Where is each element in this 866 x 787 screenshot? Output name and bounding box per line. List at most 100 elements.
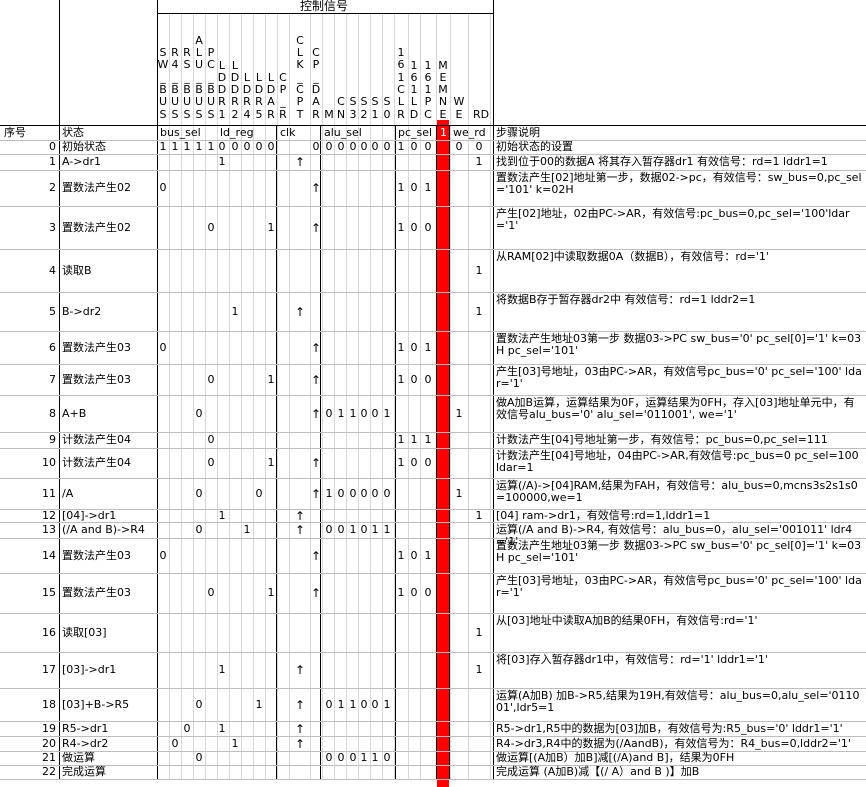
row-state: 做运算: [62, 751, 95, 764]
group-border: [493, 0, 494, 779]
signal-value: 1: [231, 304, 239, 318]
signal-value: 0: [325, 751, 333, 764]
signal-label: C P _ D A R: [311, 46, 321, 121]
row-seq: 22: [42, 765, 56, 778]
signal-value: 0: [255, 140, 263, 153]
signal-value: 1: [267, 372, 275, 386]
row-state: 置数法产生03: [62, 340, 131, 354]
signal-label: M E M N E: [438, 58, 448, 121]
signal-label: S 1: [371, 95, 379, 121]
group-border: [436, 125, 437, 779]
signal-value: ↑: [310, 340, 322, 355]
signal-value: 0: [195, 697, 203, 711]
signal-value: 0: [207, 433, 215, 446]
signal-value: 0: [337, 751, 345, 764]
row-desc: 计数法产生[04]号地址，04由PC->AR,有效信号:pc_bus=0 pc_…: [496, 449, 859, 474]
signal-value: 0: [159, 548, 167, 562]
highlight-column: [437, 120, 449, 787]
col-line: [370, 13, 371, 779]
group-label: alu_sel: [324, 126, 362, 139]
signal-value: ↑: [294, 721, 306, 736]
signal-label: 1 6 1 P C: [424, 58, 432, 121]
signal-label: L D R 4: [242, 70, 252, 121]
signal-value: 0: [183, 721, 191, 735]
signal-value: 1: [218, 508, 226, 522]
group-border: [59, 0, 60, 779]
signal-value: 1: [183, 140, 191, 153]
signal-value: ↑: [294, 697, 306, 712]
signal-value: 1: [475, 304, 483, 318]
signal-value: 0: [424, 372, 432, 386]
row-state: [03]+B->R5: [62, 697, 130, 711]
signal-value: ↑: [310, 372, 322, 387]
signal-label: M: [324, 107, 334, 121]
signal-value: 1: [255, 697, 263, 711]
signal-value: ↑: [294, 508, 306, 523]
signal-label: 1 6 1 C L R: [397, 46, 405, 121]
signal-value: 1: [455, 406, 463, 420]
signal-value: 0: [195, 523, 203, 536]
signal-value: 1: [325, 486, 333, 500]
signal-label: L D D R 2: [230, 58, 240, 121]
signal-value: 1: [243, 523, 251, 536]
signal-label: W E: [453, 95, 465, 121]
signal-value: 1: [475, 663, 483, 676]
signal-value: 1: [397, 456, 405, 469]
signal-value: 0: [159, 181, 167, 194]
signal-value: 1: [475, 508, 483, 522]
signal-value: 0: [207, 220, 215, 234]
signal-value: ↑: [294, 304, 306, 319]
signal-value: 0: [410, 372, 418, 386]
row-desc: 从[03]地址中读取A加B的结果0FH，有效信号:rd='1': [496, 614, 758, 627]
signal-value: 0: [207, 586, 215, 599]
col-line: [322, 13, 323, 779]
col-line: [490, 13, 491, 779]
signal-value: 0: [475, 140, 483, 153]
signal-value: 1: [424, 181, 432, 194]
signal-value: 0: [159, 340, 167, 354]
signal-value: 1: [267, 220, 275, 234]
row-seq: 20: [42, 736, 56, 750]
group-border: [449, 125, 450, 779]
row-desc: 运算(/A)->[04]RAM,结果为FAH，有效信号：alu_bus=0,mc…: [496, 479, 858, 504]
col-desc-header: 步骤说明: [496, 126, 540, 139]
row-desc: 做运算[(A加B）加B]减[(/A)and B]，结果为0FH: [496, 751, 735, 764]
row-desc: 初始状态的设置: [496, 140, 573, 153]
row-seq: 6: [49, 340, 56, 354]
signal-value: ↑: [310, 220, 322, 235]
signal-value: 1: [371, 523, 379, 536]
row-desc: 运算(A加B) 加B->R5,结果为19H,有效信号：alu_bus=0,alu…: [496, 689, 860, 714]
group-label: ld_reg: [220, 126, 254, 139]
signal-value: ↑: [294, 736, 306, 751]
row-state: 置数法产生03: [62, 372, 131, 386]
signal-value: 1: [475, 625, 483, 639]
row-state: (/A and B)->R4: [62, 523, 145, 536]
signal-value: ↑: [310, 586, 322, 600]
row-state: 置数法产生03: [62, 548, 131, 562]
signal-value: ↑: [294, 523, 306, 537]
row-desc: 置数法产生[02]地址第一步，数据02->pc，有效信号：sw_bus=0,pc…: [496, 171, 862, 196]
signal-value: 0: [410, 456, 418, 469]
row-seq: 15: [42, 586, 56, 599]
row-border: [0, 779, 866, 780]
row-desc: 将数据B存于暂存器dr2中 有效信号：rd=1 lddr2=1: [496, 293, 756, 306]
signal-value: 1: [267, 586, 275, 599]
signal-label: L D R 5: [254, 70, 264, 121]
row-state: 读取[03]: [62, 625, 107, 639]
signal-value: 1: [397, 586, 405, 599]
signal-label: L D D R 1: [217, 58, 227, 121]
row-state: 置数法产生02: [62, 181, 131, 194]
row-desc: 完成运算 (A加B)减【(/ A）and B )】加B: [496, 765, 700, 778]
signal-value: 1: [159, 140, 167, 153]
row-state: 计数法产生04: [62, 433, 131, 446]
row-state: 初始状态: [62, 140, 106, 153]
row-seq: 1: [49, 155, 56, 168]
row-state: /A: [62, 486, 74, 500]
signal-label: R 4 _ B U S: [170, 46, 180, 121]
signal-value: 0: [371, 486, 379, 500]
signal-value: 0: [371, 140, 379, 153]
row-seq: 16: [42, 625, 56, 639]
group-label: bus_sel: [160, 126, 201, 139]
signal-label: RD: [473, 107, 490, 121]
header-line: [157, 13, 493, 14]
